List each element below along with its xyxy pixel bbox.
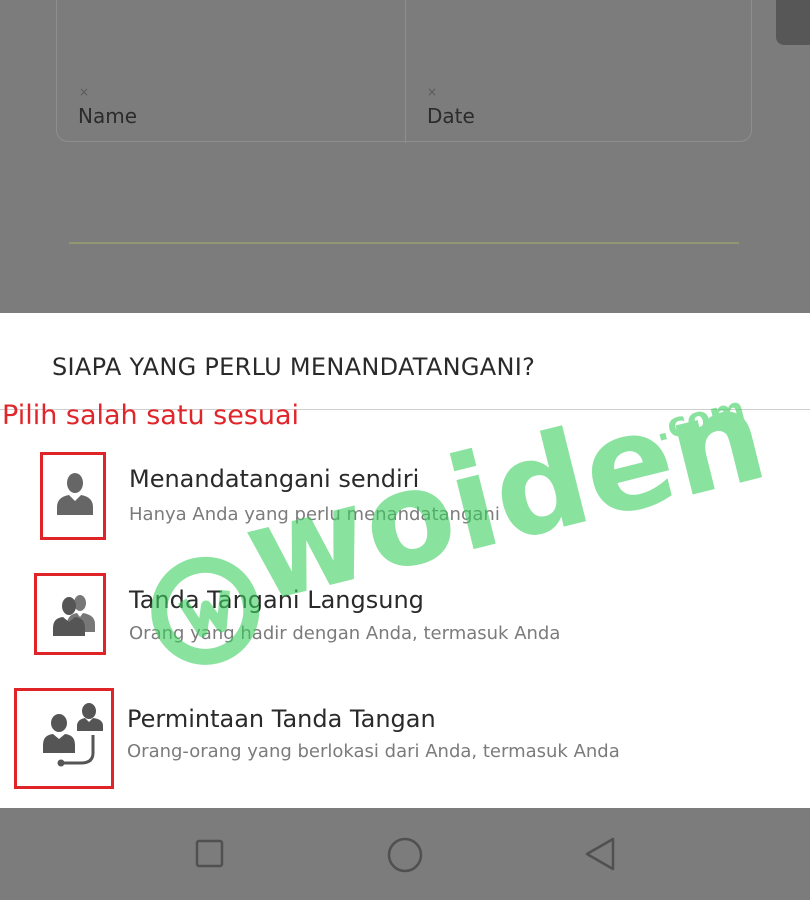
system-navigation-bar <box>0 808 810 900</box>
recent-apps-icon[interactable] <box>194 838 226 870</box>
annotation-hint: Pilih salah satu sesuai <box>2 400 300 431</box>
option-in-person[interactable]: Tanda Tangani Langsung Orang yang hadir … <box>0 566 810 666</box>
signer-bottom-sheet: SIAPA YANG PERLU MENANDATANGANI? Pilih s… <box>0 313 810 808</box>
signature-line <box>69 242 739 244</box>
option-request-signatures[interactable]: Permintaan Tanda Tangan Orang-orang yang… <box>0 686 810 789</box>
sheet-title: SIAPA YANG PERLU MENANDATANGANI? <box>52 353 536 381</box>
background-document: × Name × Date <box>0 0 810 313</box>
option-icon-frame <box>14 688 114 789</box>
name-clear-icon[interactable]: × <box>79 85 89 99</box>
two-people-icon <box>53 595 95 636</box>
date-clear-icon[interactable]: × <box>427 85 437 99</box>
name-field-label[interactable]: Name <box>78 104 137 128</box>
remote-people-icon <box>43 703 103 767</box>
back-icon[interactable] <box>582 836 618 872</box>
option-subtitle: Hanya Anda yang perlu menandatangani <box>129 504 500 525</box>
option-sign-yourself[interactable]: Menandatangani sendiri Hanya Anda yang p… <box>0 443 810 543</box>
option-title: Menandatangani sendiri <box>129 465 420 493</box>
date-field-label[interactable]: Date <box>427 104 475 128</box>
option-icon-frame <box>40 452 106 540</box>
option-title: Tanda Tangani Langsung <box>129 586 424 614</box>
option-subtitle: Orang yang hadir dengan Anda, termasuk A… <box>129 623 561 644</box>
home-icon[interactable] <box>386 836 424 874</box>
option-icon-frame <box>34 573 106 655</box>
option-title: Permintaan Tanda Tangan <box>127 705 436 733</box>
field-divider <box>405 0 406 143</box>
side-menu-handle[interactable] <box>776 0 810 45</box>
signature-fields-card: × Name × Date <box>56 0 752 143</box>
option-subtitle: Orang-orang yang berlokasi dari Anda, te… <box>127 741 620 762</box>
single-person-icon <box>57 473 93 515</box>
